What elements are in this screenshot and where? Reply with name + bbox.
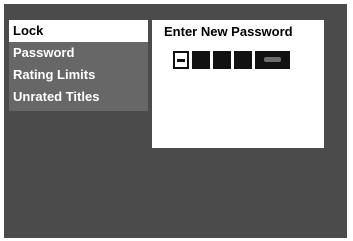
menu-item-password[interactable]: Password — [9, 42, 148, 64]
password-entry[interactable] — [173, 51, 293, 69]
enter-key-icon — [264, 57, 281, 62]
menu-item-lock[interactable]: Lock — [9, 20, 148, 42]
password-digit-3[interactable] — [213, 51, 231, 69]
settings-screen: Lock Password Rating Limits Unrated Titl… — [4, 4, 347, 238]
settings-menu: Lock Password Rating Limits Unrated Titl… — [9, 20, 148, 111]
password-digit-1[interactable] — [173, 51, 189, 69]
menu-item-unrated-titles[interactable]: Unrated Titles — [9, 86, 148, 108]
password-digit-4[interactable] — [234, 51, 252, 69]
menu-item-rating-limits[interactable]: Rating Limits — [9, 64, 148, 86]
dialog-title: Enter New Password — [164, 24, 293, 39]
password-digit-2[interactable] — [192, 51, 210, 69]
password-enter-key[interactable] — [255, 51, 290, 69]
password-dialog: Enter New Password — [152, 20, 324, 148]
